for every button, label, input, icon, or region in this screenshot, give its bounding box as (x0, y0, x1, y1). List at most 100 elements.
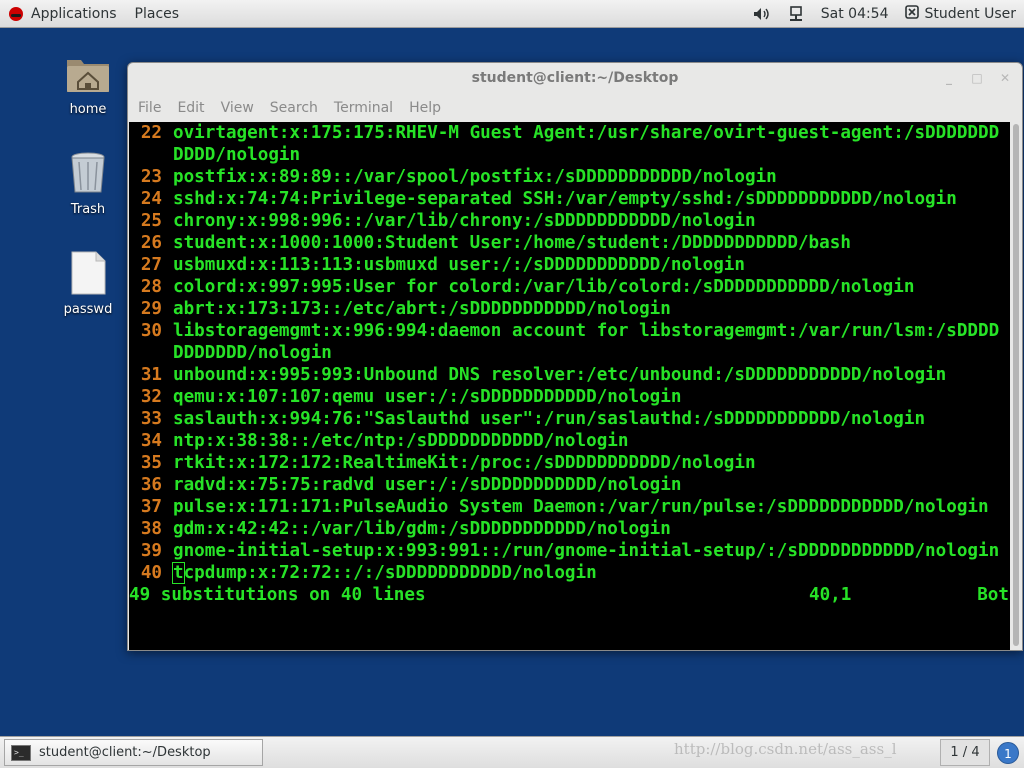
terminal-line: 37 pulse:x:171:171:PulseAudio System Daem… (129, 496, 1011, 518)
line-number: 32 (140, 387, 162, 407)
menu-edit[interactable]: Edit (169, 100, 212, 116)
line-text: tcpdump:x:72:72::/:/sDDDDDDDDDDD/nologin (172, 562, 1009, 584)
terminal-line: 26 student:x:1000:1000:Student User:/home… (129, 232, 1011, 254)
terminal-menubar: File Edit View Search Terminal Help (128, 95, 1022, 121)
workspace-switcher[interactable]: 1 / 4 (940, 739, 990, 766)
line-text: abrt:x:173:173::/etc/abrt:/sDDDDDDDDDDD/… (173, 299, 671, 319)
notification-icon[interactable]: 1 (997, 742, 1019, 764)
user-menu[interactable]: Student User (904, 5, 1024, 23)
terminal-line: 31 unbound:x:995:993:Unbound DNS resolver… (129, 364, 1011, 386)
line-number: 25 (140, 211, 162, 231)
line-number: 29 (140, 299, 162, 319)
top-panel: Applications Places Sat 04:54 Student Us… (0, 0, 1024, 28)
line-text: gdm:x:42:42::/var/lib/gdm:/sDDDDDDDDDDD/… (173, 519, 671, 539)
network-icon[interactable] (787, 6, 805, 22)
applications-menu[interactable]: Applications (0, 0, 126, 28)
line-number: 34 (140, 431, 162, 451)
line-text: sshd:x:74:74:Privilege-separated SSH:/va… (173, 189, 957, 209)
line-text: qemu:x:107:107:qemu user:/:/sDDDDDDDDDDD… (173, 387, 682, 407)
clock[interactable]: Sat 04:54 (821, 6, 889, 22)
document-icon (65, 250, 111, 296)
scroll-position: Bot (977, 585, 1009, 605)
terminal-line: 38 gdm:x:42:42::/var/lib/gdm:/sDDDDDDDDDD… (129, 518, 1011, 540)
line-text: usbmuxd:x:113:113:usbmuxd user:/:/sDDDDD… (173, 255, 745, 275)
taskbar-item-label: student@client:~/Desktop (39, 745, 211, 760)
user-icon (904, 5, 919, 23)
desktop-icon-passwd[interactable]: passwd (52, 250, 124, 317)
line-number: 27 (140, 255, 162, 275)
line-text: pulse:x:171:171:PulseAudio System Daemon… (173, 497, 989, 517)
home-folder-icon (65, 50, 111, 96)
line-text: ntp:x:38:38::/etc/ntp:/sDDDDDDDDDDD/nolo… (173, 431, 629, 451)
line-text: rtkit:x:172:172:RealtimeKit:/proc:/sDDDD… (173, 453, 756, 473)
terminal-content[interactable]: 22 ovirtagent:x:175:175:RHEV-M Guest Agen… (129, 122, 1011, 650)
desktop-icon-trash[interactable]: Trash (52, 150, 124, 217)
line-text: chrony:x:998:996::/var/lib/chrony:/sDDDD… (173, 211, 756, 231)
line-text: colord:x:997:995:User for colord:/var/li… (173, 277, 915, 297)
line-number: 39 (140, 541, 162, 561)
line-number: 30 (140, 321, 162, 341)
terminal-line: 29 abrt:x:173:173::/etc/abrt:/sDDDDDDDDDD… (129, 298, 1011, 320)
text-cursor: t (172, 562, 185, 584)
cursor-position: 40,1 (809, 585, 852, 605)
terminal-lines: 22 ovirtagent:x:175:175:RHEV-M Guest Agen… (129, 122, 1011, 562)
line-text: postfix:x:89:89::/var/spool/postfix:/sDD… (173, 167, 777, 187)
terminal-line: 39 gnome-initial-setup:x:993:991::/run/gn… (129, 540, 1011, 562)
line-number: 37 (140, 497, 162, 517)
terminal-line: 25 chrony:x:998:996::/var/lib/chrony:/sDD… (129, 210, 1011, 232)
menu-file[interactable]: File (130, 100, 169, 116)
redhat-logo-icon (9, 6, 23, 21)
places-menu[interactable]: Places (126, 0, 189, 28)
minimize-button[interactable]: _ (940, 69, 958, 87)
desktop-icon-label: home (69, 102, 107, 117)
line-number: 22 (140, 123, 162, 143)
line-number: 26 (140, 233, 162, 253)
line-number: 28 (140, 277, 162, 297)
terminal-line: 23 postfix:x:89:89::/var/spool/postfix:/s… (129, 166, 1011, 188)
line-text-rest: cpdump:x:72:72::/:/sDDDDDDDDDDD/nologin (183, 563, 597, 583)
close-button[interactable]: ✕ (996, 69, 1014, 87)
desktop-icon-label: passwd (63, 302, 113, 317)
watermark: http://blog.csdn.net/ass_ass_l (674, 740, 897, 758)
terminal-line-cursor: 40 tcpdump:x:72:72::/:/sDDDDDDDDDDD/nolo… (129, 562, 1011, 584)
menu-help[interactable]: Help (401, 100, 449, 116)
terminal-line: 28 colord:x:997:995:User for colord:/var/… (129, 276, 1011, 298)
menu-search[interactable]: Search (262, 100, 326, 116)
line-number: 24 (140, 189, 162, 209)
menu-terminal[interactable]: Terminal (326, 100, 401, 116)
line-text: libstoragemgmt:x:996:994:daemon account … (173, 321, 1000, 363)
line-number: 23 (140, 167, 162, 187)
line-number: 33 (140, 409, 162, 429)
terminal-line: 34 ntp:x:38:38::/etc/ntp:/sDDDDDDDDDDD/no… (129, 430, 1011, 452)
terminal-window: student@client:~/Desktop _ □ ✕ File Edit… (127, 62, 1023, 651)
terminal-line: 32 qemu:x:107:107:qemu user:/:/sDDDDDDDDD… (129, 386, 1011, 408)
line-number: 31 (140, 365, 162, 385)
terminal-scrollbar[interactable] (1010, 122, 1022, 650)
system-tray: Sat 04:54 Student User (745, 0, 1024, 28)
terminal-line: 27 usbmuxd:x:113:113:usbmuxd user:/:/sDDD… (129, 254, 1011, 276)
user-name: Student User (924, 6, 1016, 22)
scrollbar-thumb[interactable] (1013, 124, 1019, 646)
bottom-panel: >_ student@client:~/Desktop http://blog.… (0, 736, 1024, 768)
terminal-line: 24 sshd:x:74:74:Privilege-separated SSH:/… (129, 188, 1011, 210)
line-text: saslauth:x:994:76:"Saslauthd user":/run/… (173, 409, 926, 429)
terminal-icon: >_ (11, 744, 31, 761)
desktop-icon-label: Trash (70, 202, 106, 217)
line-number: 36 (140, 475, 162, 495)
terminal-line: 33 saslauth:x:994:76:"Saslauthd user":/ru… (129, 408, 1011, 430)
maximize-button[interactable]: □ (968, 69, 986, 87)
line-text: unbound:x:995:993:Unbound DNS resolver:/… (173, 365, 947, 385)
taskbar-item-terminal[interactable]: >_ student@client:~/Desktop (4, 739, 263, 766)
line-number: 38 (140, 519, 162, 539)
line-text: student:x:1000:1000:Student User:/home/s… (173, 233, 851, 253)
volume-icon[interactable] (753, 6, 771, 22)
line-number: 35 (140, 453, 162, 473)
trash-icon (65, 150, 111, 196)
window-titlebar[interactable]: student@client:~/Desktop _ □ ✕ (128, 63, 1022, 95)
desktop-icon-home[interactable]: home (52, 50, 124, 117)
line-number: 40 (140, 563, 162, 583)
terminal-line: 30 libstoragemgmt:x:996:994:daemon accoun… (129, 320, 1011, 364)
vim-status-line: 49 substitutions on 40 lines 40,1 Bot (129, 584, 1011, 606)
line-text: gnome-initial-setup:x:993:991::/run/gnom… (173, 541, 1000, 561)
menu-view[interactable]: View (213, 100, 262, 116)
